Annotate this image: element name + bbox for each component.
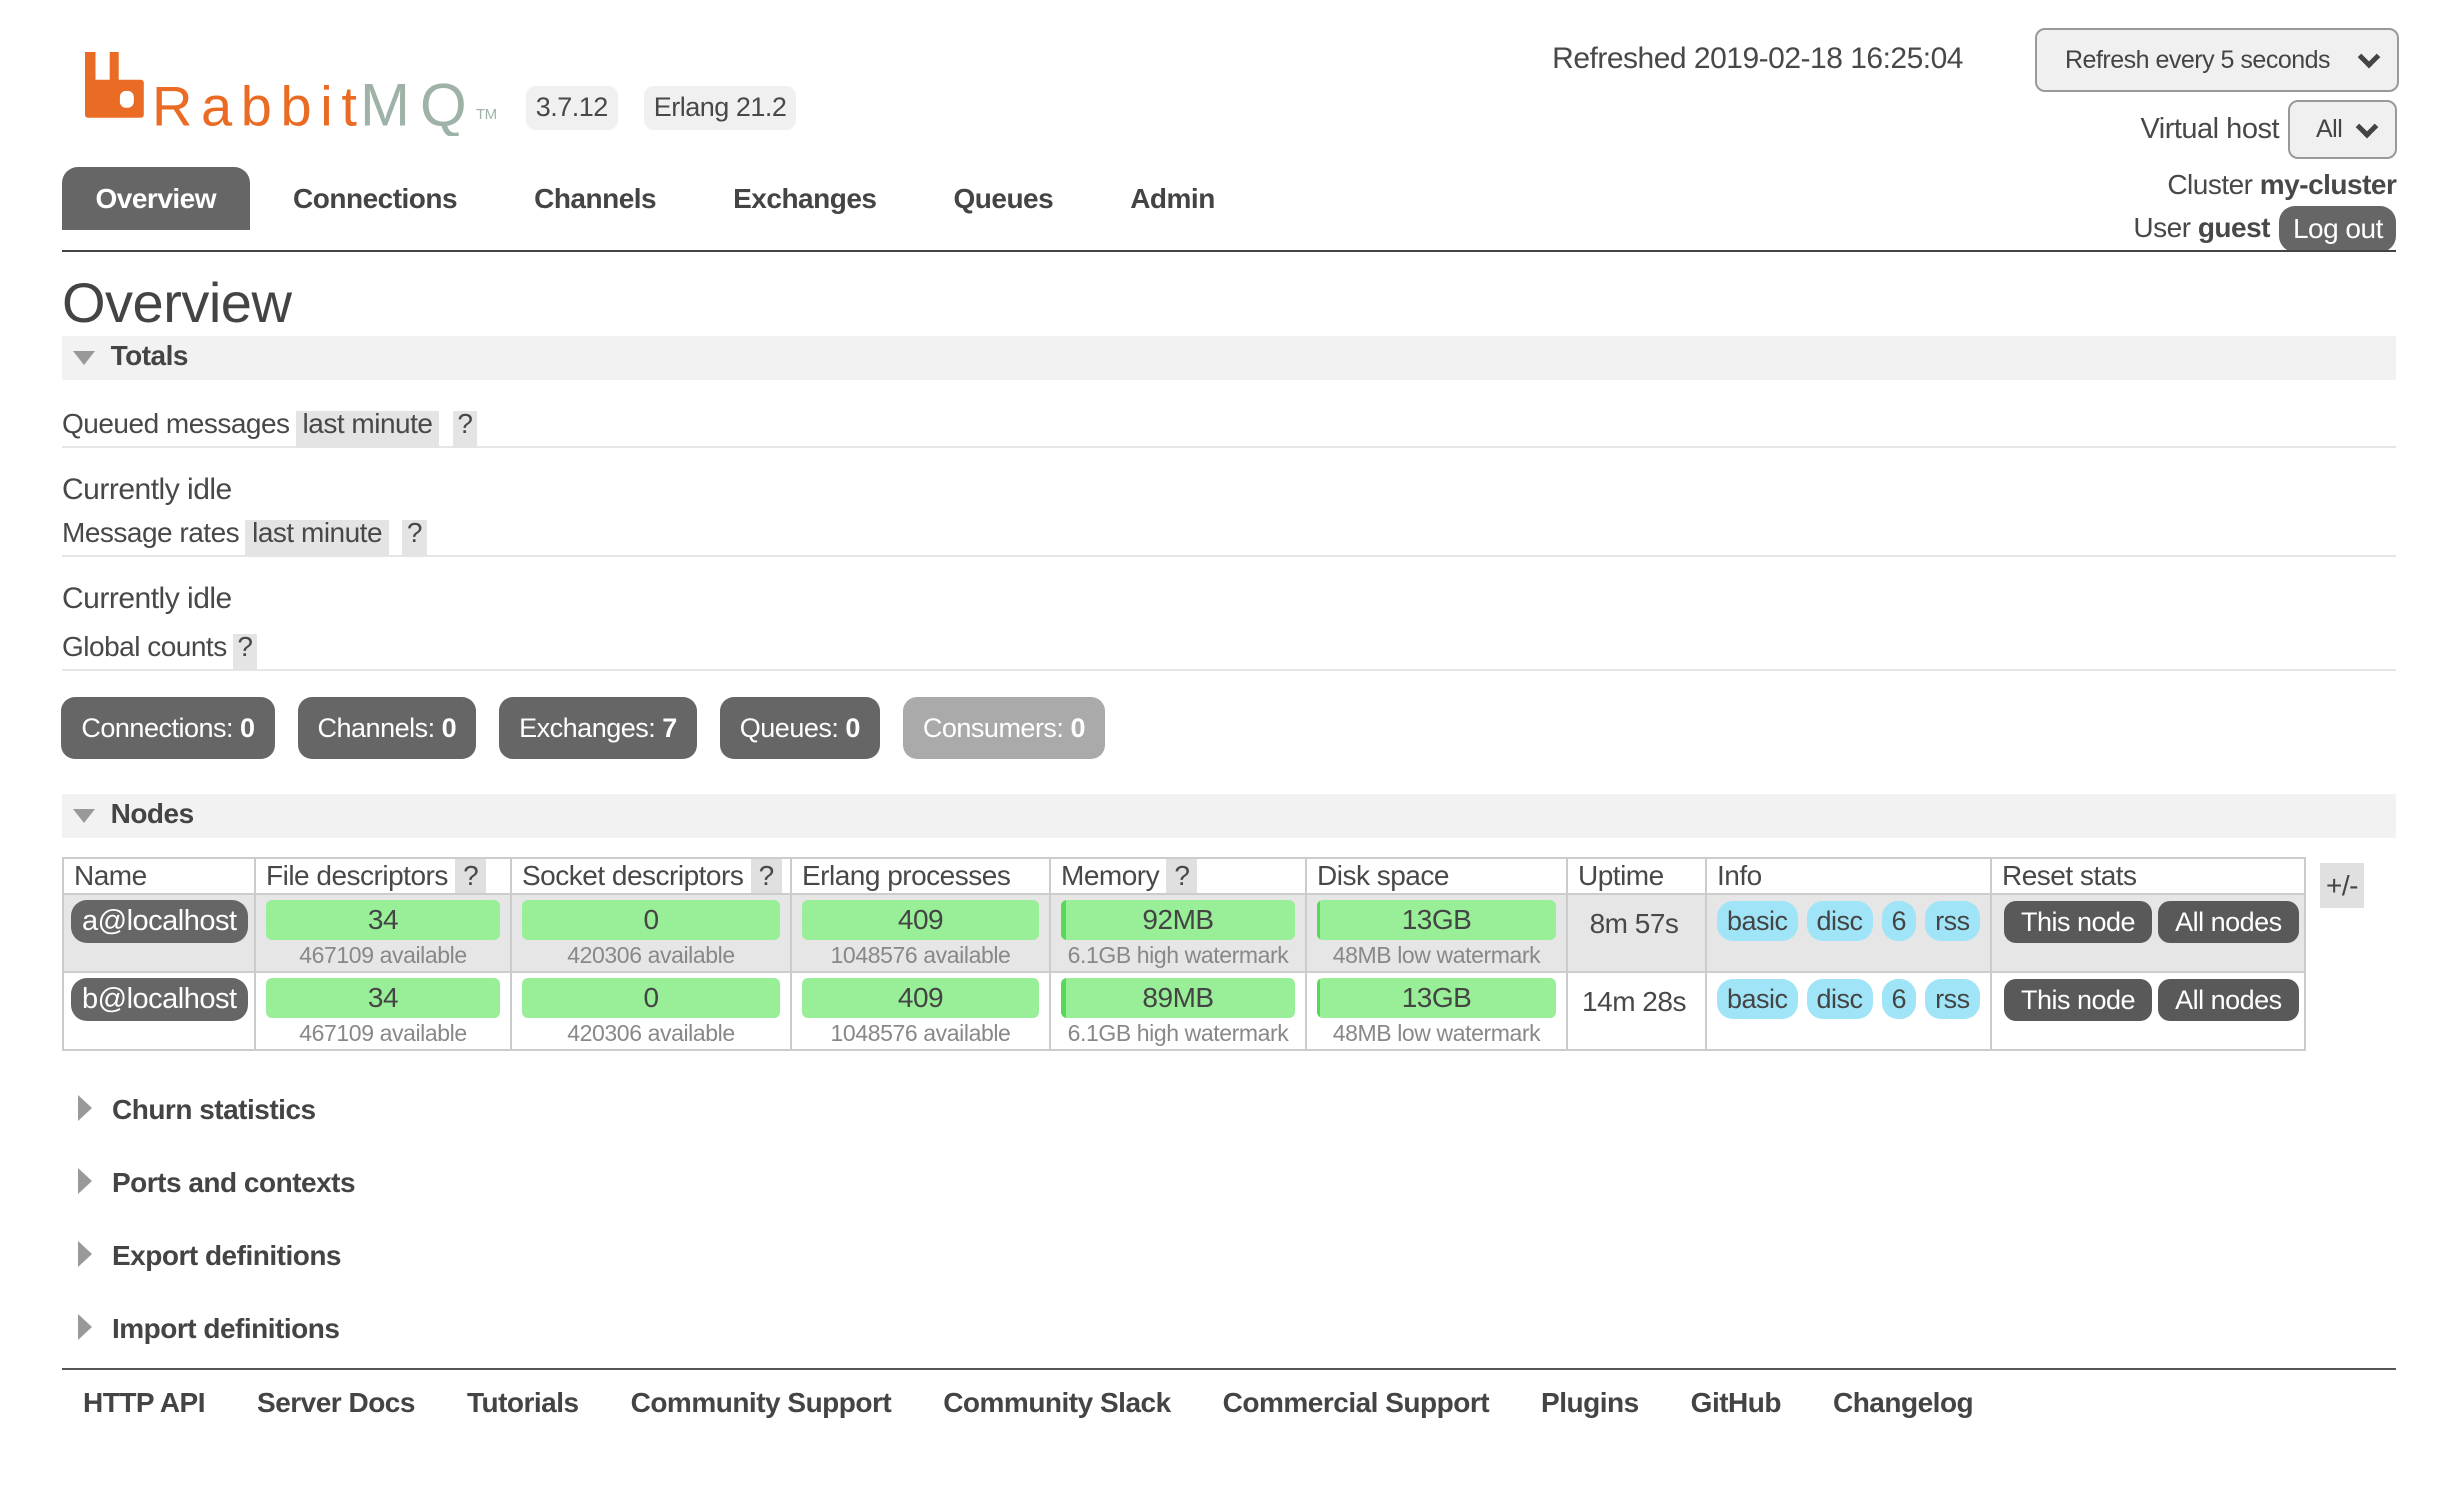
svg-text:TM: TM <box>476 106 497 123</box>
svg-text:Rabbit: Rabbit <box>152 74 365 136</box>
svg-text:MQ: MQ <box>360 71 477 136</box>
